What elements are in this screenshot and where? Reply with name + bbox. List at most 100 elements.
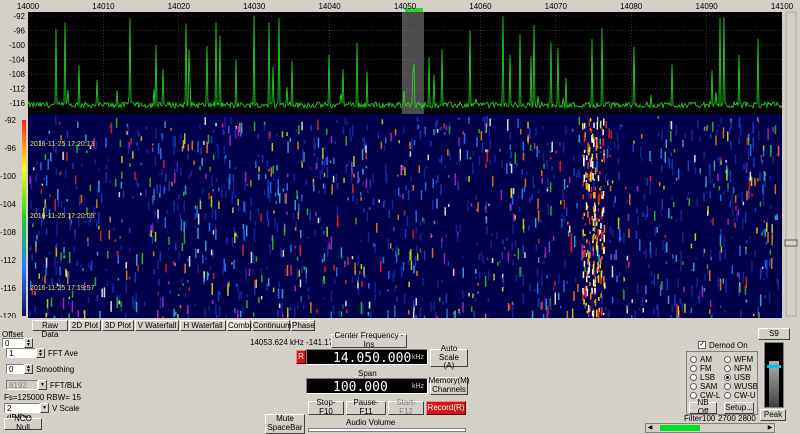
mode-radio-cw-u[interactable] [724, 392, 731, 399]
stop-button[interactable]: Stop-F10 [308, 398, 344, 416]
waterfall-pixel [566, 280, 569, 285]
tab-v-waterfall[interactable]: V Waterfall [135, 320, 179, 331]
smoothing-spinner[interactable]: ▲ ▼ [24, 364, 33, 374]
waterfall-signal [597, 196, 600, 203]
vertical-scroll-track[interactable] [785, 11, 797, 317]
waterfall-pixel [541, 178, 543, 184]
waterfall-pixel [321, 166, 323, 175]
mode-radio-am[interactable] [690, 356, 697, 363]
offset-field[interactable]: 0 [2, 338, 24, 348]
waterfall-signal [603, 276, 605, 284]
waterfall-pixel [611, 296, 614, 304]
waterfall-pixel [723, 235, 726, 247]
waterfall-pixel [86, 150, 88, 153]
span-display[interactable]: 100.000 kHz [306, 378, 428, 395]
waterfall-pixel [301, 265, 303, 274]
fft-ave-spinner[interactable]: ▲ ▼ [36, 348, 45, 358]
waterfall-pixel [77, 310, 79, 318]
waterfall-pixel [266, 159, 268, 167]
waterfall-pixel [476, 243, 478, 246]
fft-blk-dropdown-icon[interactable]: ▼ [38, 380, 47, 390]
waterfall-pixel [741, 218, 744, 230]
waterfall-pixel [34, 305, 36, 313]
vscale-dropdown-icon[interactable]: ▼ [40, 403, 49, 413]
waterfall-pixel [577, 284, 579, 292]
mode-radio-fm[interactable] [690, 365, 697, 372]
waterfall-pixel [368, 283, 370, 289]
waterfall-pixel [355, 217, 357, 225]
nco-null-button[interactable]: NCO Null [4, 414, 42, 432]
audio-volume-slider[interactable] [308, 428, 466, 432]
setup-button[interactable]: Setup... [724, 402, 754, 414]
frequency-display[interactable]: 14.050.000 kHz [306, 349, 428, 366]
vertical-scroll-thumb[interactable] [784, 239, 798, 247]
waterfall-pixel [671, 196, 673, 200]
waterfall-pixel [403, 210, 406, 216]
mode-radio-wusb[interactable] [724, 383, 731, 390]
waterfall-signal [592, 173, 594, 180]
center-frequency-button[interactable]: Center Frequency - Ins [331, 331, 407, 349]
waterfall-pixel [279, 193, 281, 204]
filter-slider[interactable]: ◀ ▶ [645, 423, 775, 433]
tab-raw-data[interactable]: Raw Data [32, 320, 68, 339]
waterfall-pixel [616, 275, 618, 283]
demod-on-checkbox[interactable]: ✓ [698, 341, 706, 349]
waterfall-pixel [397, 174, 399, 177]
waterfall-pixel [185, 293, 187, 298]
nb-off-button[interactable]: NB Off [689, 398, 717, 416]
tab-2d-plot[interactable]: 2D Plot [69, 320, 101, 331]
memory-channels-button[interactable]: Memory(M) Channels [429, 376, 469, 395]
tab-continuum[interactable]: Continuum [252, 320, 292, 331]
waterfall-pixel [380, 141, 383, 149]
tab-3d-plot[interactable]: 3D Plot [102, 320, 134, 331]
start-button[interactable]: Start-F12 [388, 398, 424, 416]
waterfall-pixel [340, 247, 343, 259]
waterfall-pixel [640, 134, 643, 139]
tab-combo[interactable]: Combo [227, 320, 254, 331]
waterfall-pixel [98, 212, 100, 224]
waterfall-pixel [361, 281, 363, 288]
tab-phase[interactable]: Phase [291, 320, 315, 331]
waterfall-pixel [709, 309, 711, 315]
fft-ave-field[interactable]: 1 [6, 348, 36, 358]
waterfall-pixel [725, 160, 727, 163]
fft-blk-select[interactable]: 8192 [6, 380, 38, 390]
waterfall-pixel [737, 194, 739, 198]
waterfall-pixel [136, 254, 138, 266]
waterfall-pixel [374, 246, 377, 253]
mode-radio-nfm[interactable] [724, 365, 731, 372]
auto-scale-button[interactable]: Auto Scale (A) [430, 344, 468, 370]
mute-button[interactable]: Mute SpaceBar [265, 414, 305, 434]
waterfall-pixel [232, 174, 235, 183]
waterfall-pixel [346, 121, 349, 125]
r-button[interactable]: R [296, 350, 306, 364]
tab-h-waterfall[interactable]: H Waterfall [180, 320, 226, 331]
spectrum-waterfall-display[interactable]: 14000 14010 14020 14030 14040 14050 14060 14070… [0, 0, 800, 318]
mode-radio-wfm[interactable] [724, 356, 731, 363]
smoothing-field[interactable]: 0 [6, 364, 24, 374]
waterfall-pixel [316, 308, 318, 313]
pause-button[interactable]: Pause-F11 [346, 398, 386, 416]
mode-radio-cw-l[interactable] [690, 392, 697, 399]
waterfall-pixel [186, 304, 189, 315]
waterfall-pixel [718, 156, 721, 167]
waterfall-pixel [154, 211, 156, 217]
waterfall-signal [586, 270, 589, 277]
waterfall-pixel [89, 184, 92, 192]
record-button[interactable]: Record(R) [426, 401, 466, 415]
mode-radio-lsb[interactable] [690, 374, 697, 381]
waterfall-signal [584, 249, 586, 253]
peak-button[interactable]: Peak [760, 409, 786, 421]
waterfall-pixel [532, 175, 534, 184]
waterfall-pixel [406, 216, 408, 227]
tuning-window[interactable] [402, 12, 424, 114]
offset-spinner[interactable]: ▲ ▼ [24, 338, 33, 348]
mode-radio-sam[interactable] [690, 383, 697, 390]
waterfall-pixel [619, 124, 621, 130]
waterfall-signal [596, 268, 599, 271]
vscale-select[interactable]: 2 dB/Div [4, 403, 40, 422]
mode-radio-usb[interactable] [724, 374, 731, 381]
waterfall-pixel [254, 284, 256, 296]
waterfall-pixel [187, 153, 189, 160]
waterfall-pixel [423, 315, 426, 318]
